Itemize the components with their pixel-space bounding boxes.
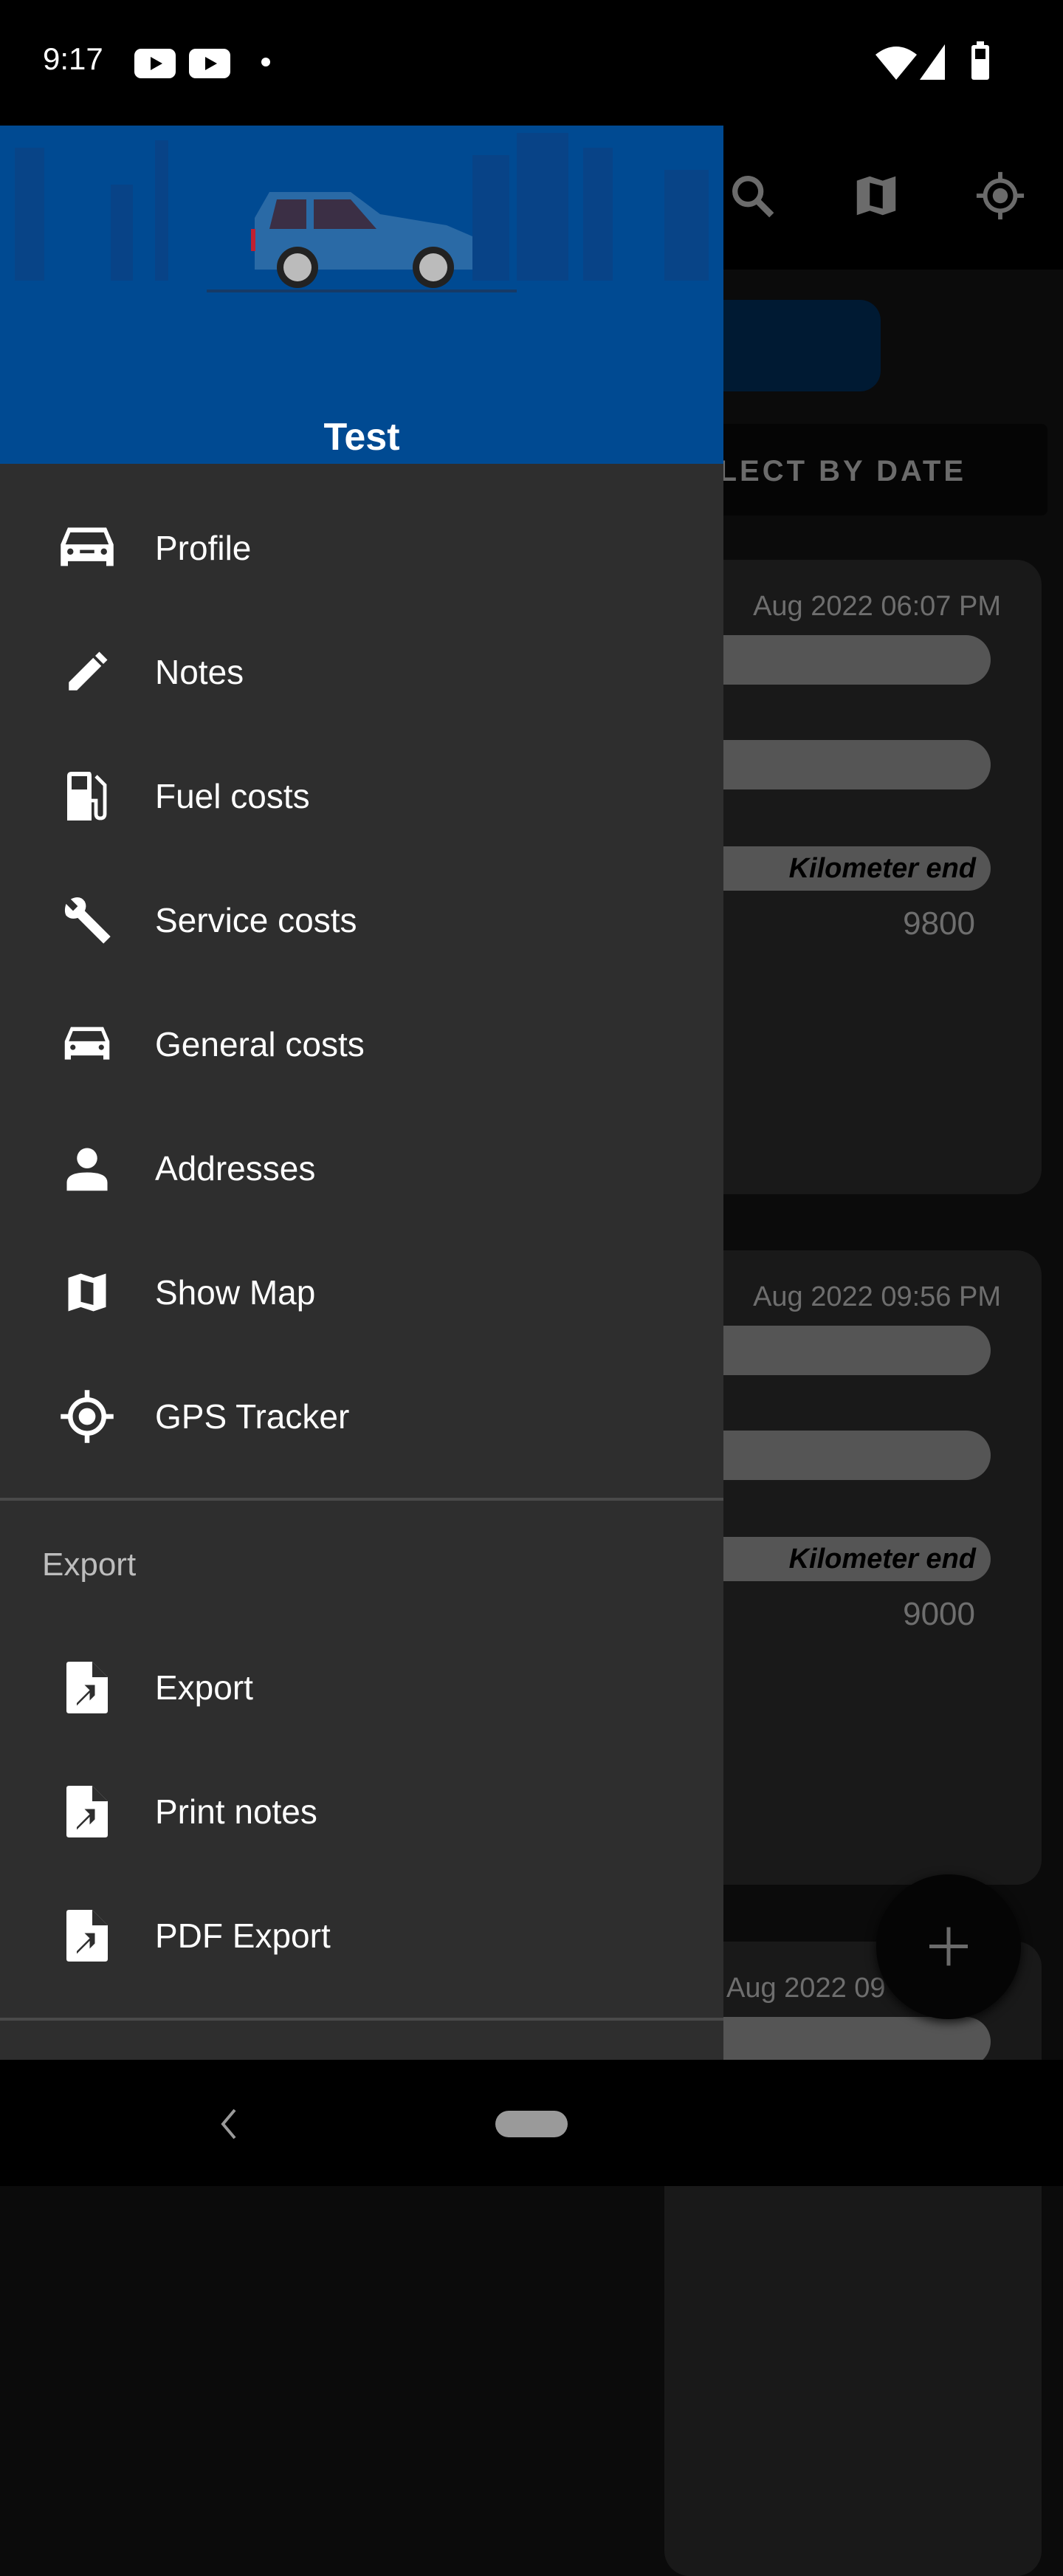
map-icon[interactable] bbox=[850, 170, 902, 222]
youtube-icon bbox=[189, 49, 230, 78]
status-bar: 9:17 bbox=[0, 0, 1063, 126]
drawer-item-gps-tracker[interactable]: GPS Tracker bbox=[0, 1354, 723, 1479]
car-illustration bbox=[251, 192, 472, 288]
wrench-icon bbox=[58, 891, 117, 950]
drawer-item-service-costs[interactable]: Service costs bbox=[0, 858, 723, 982]
gps-icon[interactable] bbox=[974, 170, 1026, 222]
km-value: 9800 bbox=[903, 905, 975, 942]
car-icon bbox=[58, 518, 117, 578]
system-nav-bar bbox=[0, 2060, 1063, 2186]
navigation-drawer: Test Profile Notes Fuel costs Service co… bbox=[0, 126, 723, 2060]
drawer-header: Test bbox=[0, 126, 723, 464]
add-button[interactable] bbox=[876, 1874, 1021, 2019]
drawer-item-export[interactable]: Export bbox=[0, 1626, 723, 1750]
youtube-icon bbox=[134, 49, 176, 78]
drawer-user-name: Test bbox=[323, 416, 400, 459]
person-icon bbox=[58, 1139, 117, 1198]
signal-icon bbox=[920, 44, 949, 80]
car-icon bbox=[58, 1015, 117, 1074]
home-handle[interactable] bbox=[495, 2111, 568, 2137]
drawer-item-addresses[interactable]: Addresses bbox=[0, 1106, 723, 1230]
file-export-icon bbox=[58, 1782, 117, 1841]
drawer-item-pdf-export[interactable]: PDF Export bbox=[0, 1874, 723, 1998]
drawer-item-print-notes[interactable]: Print notes bbox=[0, 1750, 723, 1874]
battery-icon bbox=[971, 41, 989, 80]
file-export-icon bbox=[58, 1658, 117, 1717]
section-title-export: Export bbox=[42, 1546, 137, 1583]
back-icon[interactable] bbox=[220, 2109, 238, 2140]
search-icon[interactable] bbox=[726, 170, 778, 222]
divider bbox=[0, 2018, 723, 2021]
status-time: 9:17 bbox=[43, 41, 103, 76]
drawer-item-general-costs[interactable]: General costs bbox=[0, 982, 723, 1106]
wifi-icon bbox=[875, 47, 917, 80]
fuel-pump-icon bbox=[58, 767, 117, 826]
pencil-icon bbox=[58, 643, 117, 702]
km-value: 9000 bbox=[903, 1596, 975, 1632]
drawer-item-notes[interactable]: Notes bbox=[0, 610, 723, 734]
dot-icon bbox=[261, 58, 270, 66]
map-icon bbox=[58, 1263, 117, 1322]
drawer-item-profile[interactable]: Profile bbox=[0, 486, 723, 610]
drawer-item-show-map[interactable]: Show Map bbox=[0, 1230, 723, 1354]
gps-icon bbox=[58, 1387, 117, 1446]
drawer-item-fuel-costs[interactable]: Fuel costs bbox=[0, 734, 723, 858]
file-export-icon bbox=[58, 1906, 117, 1965]
divider bbox=[0, 1498, 723, 1501]
